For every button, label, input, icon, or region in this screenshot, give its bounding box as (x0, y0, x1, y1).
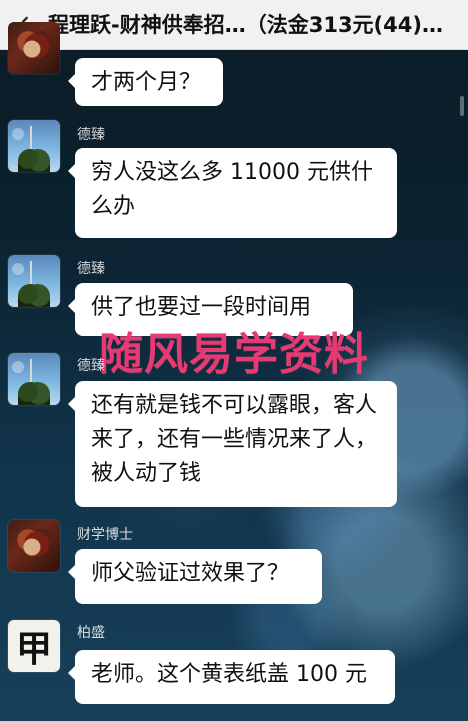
palm-icon (18, 284, 50, 307)
message-item: 德臻 穷人没这么多 11000 元供什么办 (0, 120, 468, 246)
palm-icon (18, 382, 50, 405)
message-text: 老师。这个黄表纸盖 100 元 (91, 662, 367, 687)
message-item: 才两个月？ (0, 22, 468, 108)
message-item: 德臻 还有就是钱不可以露眼，客人来了，还有一些情况来了人，被人动了钱 (0, 353, 468, 511)
message-bubble[interactable]: 供了也要过一段时间用 (68, 283, 353, 336)
message-text: 穷人没这么多 11000 元供什么办 (91, 160, 373, 219)
character-avatar[interactable]: 甲 (8, 620, 60, 672)
message-bubble[interactable]: 还有就是钱不可以露眼，客人来了，还有一些情况来了人，被人动了钱 (68, 381, 397, 507)
message-bubble[interactable]: 师父验证过效果了？ (68, 549, 322, 604)
chat-title: 程理跃-财神供奉招…（法金313元(44)… (48, 13, 443, 37)
message-bubble[interactable]: 老师。这个黄表纸盖 100 元 (68, 650, 395, 704)
message-item: 甲 柏盛 老师。这个黄表纸盖 100 元 (0, 620, 468, 720)
sender-name: 德臻 (77, 261, 105, 277)
warrior-avatar[interactable] (8, 520, 60, 572)
sun-icon (12, 361, 24, 373)
palm-icon (18, 149, 50, 172)
message-text: 还有就是钱不可以露眼，客人来了，还有一些情况来了人，被人动了钱 (91, 393, 378, 486)
warrior-avatar[interactable] (8, 22, 60, 74)
sky-avatar[interactable] (8, 353, 60, 405)
chat-header: 程理跃-财神供奉招…（法金313元(44)… (0, 0, 468, 50)
sun-icon (12, 128, 24, 140)
message-bubble[interactable]: 才两个月？ (68, 58, 223, 106)
message-text: 师父验证过效果了？ (91, 561, 290, 586)
message-text: 供了也要过一段时间用 (91, 295, 312, 320)
sender-name: 财学博士 (77, 527, 133, 543)
avatar-character: 甲 (15, 628, 52, 670)
message-item: 德臻 供了也要过一段时间用 (0, 255, 468, 343)
sender-name: 柏盛 (77, 625, 105, 641)
sun-icon (12, 263, 24, 275)
message-bubble[interactable]: 穷人没这么多 11000 元供什么办 (68, 148, 397, 238)
sky-avatar[interactable] (8, 120, 60, 172)
message-item: 财学博士 师父验证过效果了？ (0, 520, 468, 612)
sky-avatar[interactable] (8, 255, 60, 307)
sender-name: 德臻 (77, 358, 105, 374)
message-text: 才两个月？ (91, 70, 202, 95)
sender-name: 德臻 (77, 127, 105, 143)
